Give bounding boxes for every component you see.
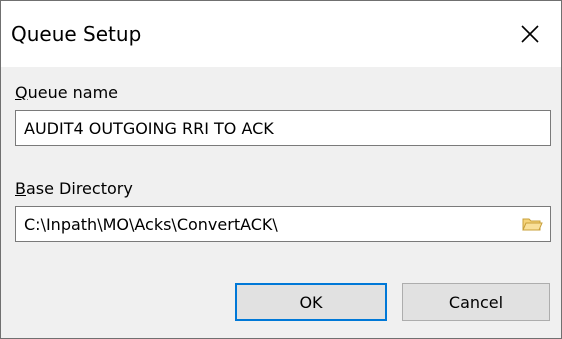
close-button[interactable] (510, 14, 550, 54)
window-title: Queue Setup (11, 22, 142, 46)
base-directory-label: Base Directory (15, 178, 133, 200)
browse-folder-button[interactable] (521, 215, 543, 233)
ok-button[interactable]: OK (235, 283, 387, 321)
base-directory-label-text: ase Directory (25, 179, 133, 198)
queue-name-input[interactable] (15, 110, 551, 146)
title-bar: Queue Setup (1, 1, 561, 67)
queue-setup-dialog: Queue Setup Queue name Base Directory OK… (0, 0, 562, 339)
base-directory-label-accelerator: B (15, 179, 26, 198)
close-icon (521, 25, 539, 43)
queue-name-label-accelerator: Q (15, 83, 28, 102)
folder-icon (522, 218, 543, 231)
queue-name-label: Queue name (15, 82, 118, 104)
base-directory-input[interactable] (15, 206, 551, 242)
queue-name-label-text: ueue name (27, 83, 119, 102)
cancel-button[interactable]: Cancel (402, 283, 550, 321)
